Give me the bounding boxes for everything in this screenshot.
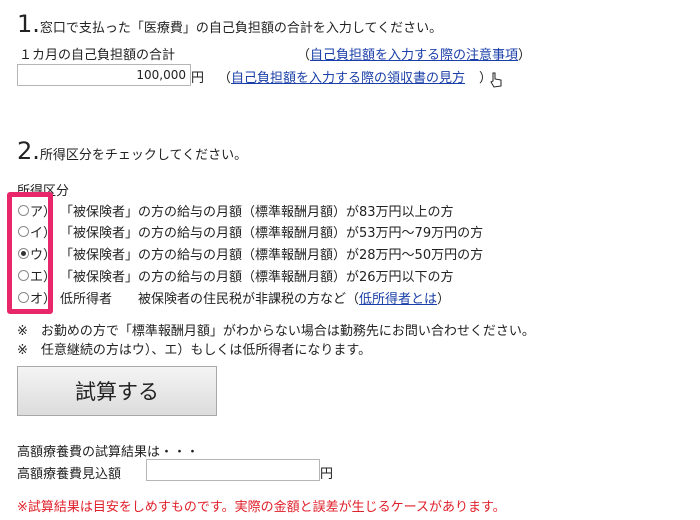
radio-o[interactable] [18,291,29,303]
paren-close: ） [518,48,532,63]
paren-open: （ [218,71,232,86]
income-option-u[interactable]: ウ） 「被保険者」の方の給与の月額（標準報酬月額）が28万円～50万円の方 [18,243,483,263]
radio-a[interactable] [18,204,29,216]
income-option-i[interactable]: イ） 「被保険者」の方の給与の月額（標準報酬月額）が53万円～79万円の方 [18,221,483,241]
note-monthly-salary: ※ お勤めの方で「標準報酬月額」がわからない場合は勤務先にお問い合わせください。 [17,324,535,339]
input-notes-link[interactable]: 自己負担額を入力する際の注意事項 [310,48,518,63]
notes-link-wrapper: （自己負担額を入力する際の注意事項） [297,44,531,63]
option-e-label: エ） [30,269,57,285]
low-income-link[interactable]: 低所得者とは [359,288,437,307]
option-u-text: 「被保険者」の方の給与の月額（標準報酬月額）が28万円～50万円の方 [60,247,484,263]
result-amount-field[interactable] [146,459,320,481]
calculate-button[interactable]: 試算する [17,366,217,416]
section1-title: 窓口で支払った「医療費」の自己負担額の合計を入力してください。 [39,21,443,36]
paren-open: （ [297,48,311,63]
option-o-label: オ） [30,291,57,307]
option-o-text: 低所得者 被保険者の住民税が非課税の方など（ [60,291,360,307]
paren-close: ） [437,291,451,307]
result-heading: 高額療養費の試算結果は・・・ [17,445,200,460]
income-option-a[interactable]: ア） 「被保険者」の方の給与の月額（標準報酬月額）が83万円以上の方 [18,200,454,220]
option-i-text: 「被保険者」の方の給与の月額（標準報酬月額）が53万円～79万円の方 [60,225,484,241]
result-label: 高額療養費見込額 [17,467,122,482]
result-yen-unit: 円 [320,467,334,482]
radio-e[interactable] [18,269,29,281]
note-voluntary-continuation: ※ 任意継続の方はウ）、エ）もしくは低所得者になります。 [17,343,372,358]
amount-yen-unit: 円 [191,71,205,86]
option-i-label: イ） [30,225,57,241]
hand-cursor-icon [490,72,502,88]
disclaimer-text: ※試算結果は目安をしめすものです。実際の金額と誤差が生じるケースがあります。 [17,500,506,515]
section1-number: 1. [17,10,40,38]
income-option-o[interactable]: オ） 低所得者 被保険者の住民税が非課税の方など（ 低所得者とは） [18,287,450,307]
radio-u[interactable] [18,247,29,259]
amount-input[interactable] [17,64,191,86]
income-option-e[interactable]: エ） 「被保険者」の方の給与の月額（標準報酬月額）が26万円以下の方 [18,265,454,285]
radio-i[interactable] [18,225,29,237]
option-e-text: 「被保険者」の方の給与の月額（標準報酬月額）が26万円以下の方 [60,269,454,285]
section1-heading: 1.窓口で支払った「医療費」の自己負担額の合計を入力してください。 [17,12,442,36]
option-a-text: 「被保険者」の方の給与の月額（標準報酬月額）が83万円以上の方 [60,204,454,220]
option-a-label: ア） [30,204,57,220]
amount-field-label: １カ月の自己負担額の合計 [19,48,176,63]
section2-heading: 2.所得区分をチェックしてください。 [17,139,247,163]
section2-title: 所得区分をチェックしてください。 [39,148,248,163]
receipt-guide-link[interactable]: 自己負担額を入力する際の領収書の見方 [231,71,465,86]
section2-number: 2. [17,137,40,165]
option-u-label: ウ） [30,247,57,263]
receipt-link-wrapper: （自己負担額を入力する際の領収書の見方） [218,67,492,86]
income-group-label: 所得区分 [17,184,70,199]
